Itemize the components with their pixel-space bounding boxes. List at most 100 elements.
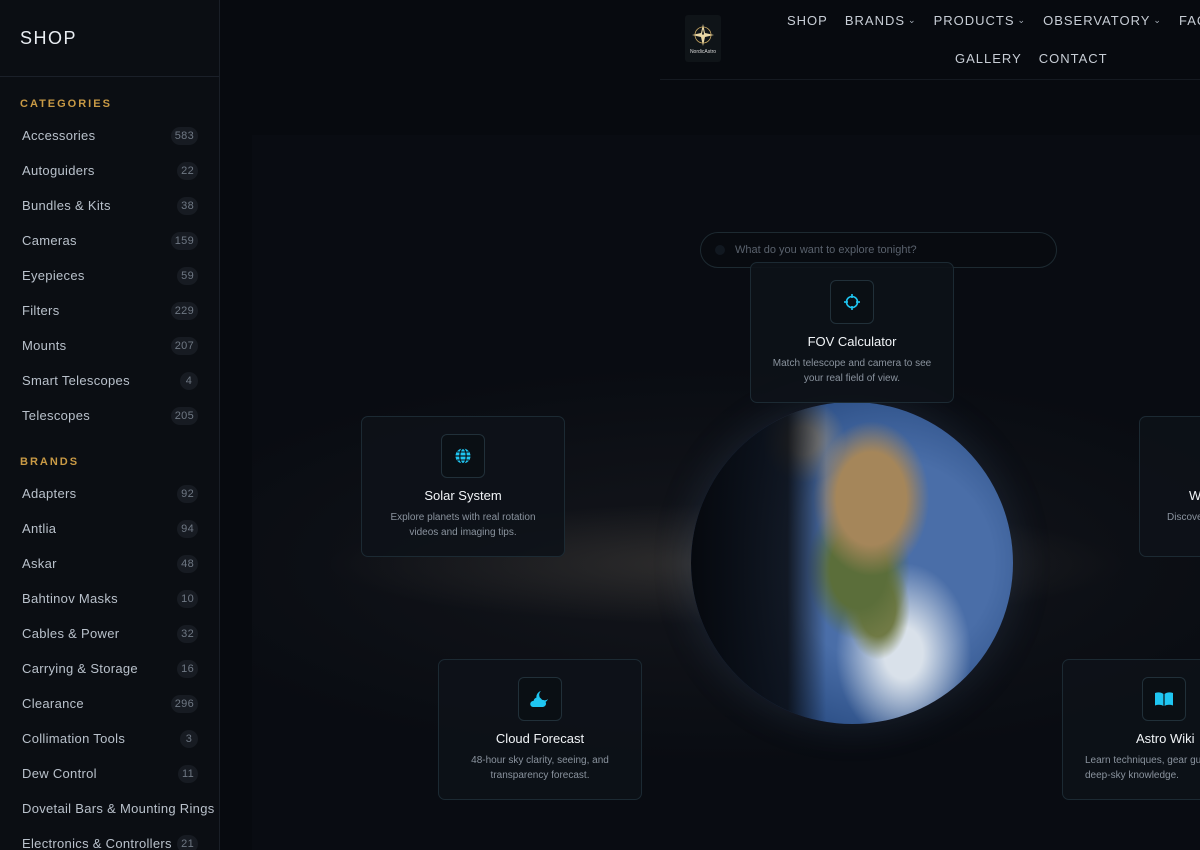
compass-star-icon: [692, 23, 714, 46]
sidebar-item[interactable]: Dew Control 11: [0, 756, 219, 791]
item-count-badge: 38: [177, 196, 198, 215]
card-description: Discove yo: [1167, 512, 1200, 523]
sidebar-item-label: Carrying & Storage: [22, 661, 138, 676]
nav-item[interactable]: SHOP: [787, 13, 828, 28]
sidebar-item-label: Eyepieces: [22, 268, 85, 283]
sidebar-item[interactable]: Autoguiders 22: [0, 153, 219, 188]
sidebar-item-label: Dovetail Bars & Mounting Rings: [22, 801, 215, 816]
sidebar-header: SHOP: [0, 0, 219, 77]
card-cloud-forecast[interactable]: Cloud Forecast 48-hour sky clarity, seei…: [438, 659, 642, 800]
sidebar-item[interactable]: Bahtinov Masks 10: [0, 581, 219, 616]
sidebar-item[interactable]: Filters 229: [0, 293, 219, 328]
item-count-badge: 583: [170, 126, 198, 145]
sidebar-item[interactable]: Cameras 159: [0, 223, 219, 258]
search-icon: [715, 245, 725, 255]
sidebar-item[interactable]: Smart Telescopes 4: [0, 363, 219, 398]
crosshair-icon: [830, 280, 874, 324]
sidebar-item[interactable]: Cables & Power 32: [0, 616, 219, 651]
sidebar-item-label: Cables & Power: [22, 626, 120, 641]
item-count-badge: 229: [170, 301, 198, 320]
sidebar-item-label: Smart Telescopes: [22, 373, 130, 388]
nav-item-label: SHOP: [787, 13, 828, 28]
sidebar-item-label: Bahtinov Masks: [22, 591, 118, 606]
card-title: Astro Wiki: [1136, 731, 1195, 746]
nav-item[interactable]: FAQ: [1179, 13, 1200, 28]
site-logo[interactable]: NordicAstro: [685, 15, 721, 62]
card-solar-system[interactable]: Solar System Explore planets with real r…: [361, 416, 565, 557]
sidebar-item-label: Cameras: [22, 233, 77, 248]
main-area: NordicAstro SHOP BRANDS ⌄ PRODUCTS ⌄ OBSERVAT…: [220, 0, 1200, 850]
earth-night-shadow: [691, 402, 1013, 724]
sidebar-item[interactable]: Askar 48: [0, 546, 219, 581]
card-fov-calculator[interactable]: FOV Calculator Match telescope and camer…: [750, 262, 954, 403]
item-count-badge: 159: [170, 231, 198, 250]
categories-heading: CATEGORIES: [20, 98, 112, 110]
item-count-badge: 32: [177, 624, 198, 643]
card-title: W: [1140, 488, 1200, 503]
item-count-badge: 296: [170, 694, 198, 713]
nav-item-label: PRODUCTS: [933, 13, 1015, 28]
sidebar-item-label: Collimation Tools: [22, 731, 126, 746]
nav-row-secondary: GALLERY CONTACT: [955, 51, 1108, 66]
categories-list: Accessories 583 Autoguiders 22 Bundles & Kit…: [0, 118, 219, 433]
card-title: Solar System: [424, 488, 502, 503]
nav-item[interactable]: GALLERY: [955, 51, 1022, 66]
sidebar-item-label: Dew Control: [22, 766, 97, 781]
chevron-down-icon: ⌄: [1017, 15, 1027, 25]
nav-item-label: FAQ: [1178, 13, 1200, 28]
nav-item-label: BRANDS: [844, 13, 906, 28]
item-count-badge: 21: [177, 834, 198, 850]
card-description: 48-hour sky clarity, seeing, and transpa…: [471, 755, 609, 781]
nav-row-primary: SHOPBRANDS⌄PRODUCTS⌄OBSERVATORY⌄FAQ: [787, 13, 1200, 28]
item-count-badge: 48: [177, 554, 198, 573]
explore-search-input[interactable]: [735, 244, 1025, 256]
item-count-badge: 94: [177, 519, 198, 538]
sidebar-title: SHOP: [20, 27, 78, 48]
sidebar-item[interactable]: Dovetail Bars & Mounting Rings: [0, 791, 219, 826]
sidebar-item-label: Autoguiders: [22, 163, 95, 178]
item-count-badge: 4: [180, 371, 198, 390]
nav-item[interactable]: BRANDS ⌄: [845, 13, 917, 28]
sidebar-item[interactable]: Mounts 207: [0, 328, 219, 363]
item-count-badge: 207: [170, 336, 198, 355]
item-count-badge: 10: [177, 589, 198, 608]
cloud-moon-icon: [518, 677, 562, 721]
card-partial-right[interactable]: W Discove yo: [1139, 416, 1200, 557]
item-count-badge: 92: [177, 484, 198, 503]
item-count-badge: 22: [177, 161, 198, 180]
sidebar-item[interactable]: Eyepieces 59: [0, 258, 219, 293]
sidebar-item[interactable]: Clearance 296: [0, 686, 219, 721]
sidebar-item-label: Bundles & Kits: [22, 198, 111, 213]
sidebar-item-label: Adapters: [22, 486, 77, 501]
item-count-badge: 59: [177, 266, 198, 285]
nav-item[interactable]: OBSERVATORY ⌄: [1043, 13, 1162, 28]
nav-item[interactable]: CONTACT: [1039, 51, 1108, 66]
nav-item[interactable]: PRODUCTS ⌄: [934, 13, 1027, 28]
sidebar-item[interactable]: Antlia 94: [0, 511, 219, 546]
sidebar-item[interactable]: Carrying & Storage 16: [0, 651, 219, 686]
logo-text: NordicAstro: [689, 48, 717, 55]
sidebar-item[interactable]: Accessories 583: [0, 118, 219, 153]
sidebar-item[interactable]: Adapters 92: [0, 476, 219, 511]
card-title: FOV Calculator: [807, 334, 897, 349]
top-navigation: [660, 0, 1200, 80]
sidebar: SHOP CATEGORIES Accessories 583 Autoguider…: [0, 0, 220, 850]
sidebar-item[interactable]: Collimation Tools 3: [0, 721, 219, 756]
sidebar-item-label: Electronics & Controllers: [22, 836, 172, 850]
earth-globe[interactable]: [691, 402, 1013, 724]
chevron-down-icon: ⌄: [908, 15, 917, 25]
card-title: Cloud Forecast: [495, 731, 585, 746]
sidebar-item[interactable]: Electronics & Controllers 21: [0, 826, 219, 850]
item-count-badge: 3: [180, 729, 198, 748]
sidebar-item-label: Clearance: [22, 696, 84, 711]
item-count-badge: 205: [170, 406, 198, 425]
item-count-badge: 11: [177, 764, 198, 783]
sidebar-item-label: Antlia: [22, 521, 57, 536]
card-description: Match telescope and camera to see your r…: [772, 358, 932, 384]
book-icon: [1142, 677, 1186, 721]
sidebar-item[interactable]: Telescopes 205: [0, 398, 219, 433]
card-astro-wiki[interactable]: Astro Wiki Learn techniques, gear guides…: [1062, 659, 1200, 800]
sidebar-item[interactable]: Bundles & Kits 38: [0, 188, 219, 223]
sidebar-item-label: Accessories: [22, 128, 96, 143]
nav-item-label: OBSERVATORY: [1043, 13, 1151, 28]
